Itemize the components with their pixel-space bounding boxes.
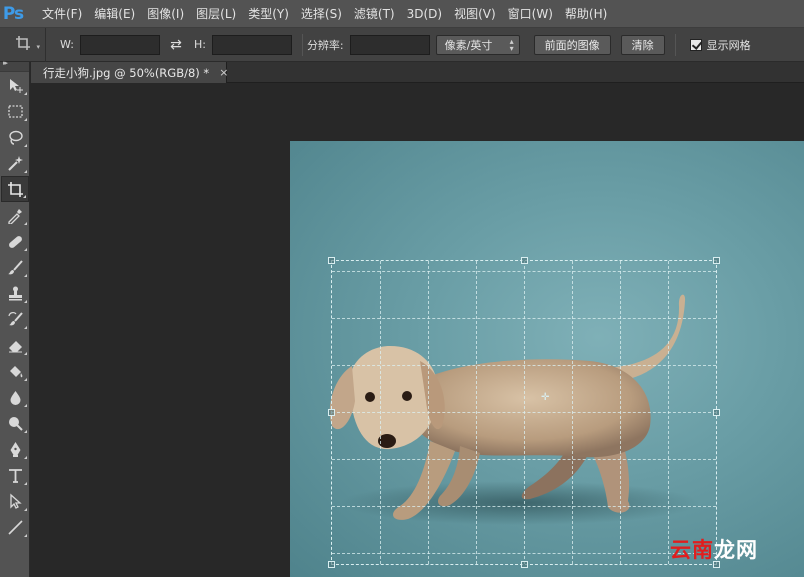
crop-handle-right[interactable] <box>713 409 720 416</box>
divider <box>674 33 676 56</box>
crop-handle-top-right[interactable] <box>713 257 720 264</box>
eraser-icon <box>8 340 22 352</box>
eraser-tool[interactable] <box>1 332 29 358</box>
crop-tool[interactable] <box>1 176 29 202</box>
document-tab[interactable]: 行走小狗.jpg @ 50%(RGB/8) * × <box>31 62 228 83</box>
grid-line <box>332 459 716 460</box>
crop-center-icon: ✛ <box>541 392 550 403</box>
height-label: H: <box>193 38 206 51</box>
paint-bucket-icon <box>9 365 22 377</box>
menu-view[interactable]: 视图(V) <box>448 0 502 28</box>
divider <box>301 33 303 56</box>
show-grid-toggle[interactable]: 显示网格 <box>689 37 751 53</box>
history-brush-tool[interactable] <box>1 306 29 332</box>
move-tool[interactable] <box>1 72 29 98</box>
width-label: W: <box>60 38 74 51</box>
arrow-pointer-icon <box>9 493 22 509</box>
brush-tool[interactable] <box>1 254 29 280</box>
type-tool[interactable] <box>1 462 29 488</box>
height-input[interactable] <box>211 34 292 55</box>
bandage-icon <box>8 235 22 248</box>
path-selection-tool[interactable] <box>1 488 29 514</box>
magic-wand-icon <box>7 155 23 171</box>
crop-handle-left[interactable] <box>328 409 335 416</box>
line-icon <box>7 519 23 535</box>
marquee-tool[interactable] <box>1 98 29 124</box>
crop-handle-top-left[interactable] <box>328 257 335 264</box>
document-tab-bar: 行走小狗.jpg @ 50%(RGB/8) * × <box>31 62 804 83</box>
menu-image[interactable]: 图像(I) <box>141 0 190 28</box>
magic-wand-tool[interactable] <box>1 150 29 176</box>
paint-bucket-tool[interactable] <box>1 358 29 384</box>
type-icon <box>8 468 22 483</box>
crop-handle-top[interactable] <box>521 257 528 264</box>
close-icon[interactable]: × <box>219 66 228 79</box>
resolution-unit-select[interactable]: 像素/英寸 ▴ ▾ <box>435 34 520 55</box>
lasso-icon <box>8 130 23 145</box>
menu-edit[interactable]: 编辑(E) <box>88 0 141 28</box>
tools-panel <box>0 59 30 577</box>
menu-help[interactable]: 帮助(H) <box>559 0 613 28</box>
grid-line <box>332 318 716 319</box>
menu-file[interactable]: 文件(F) <box>36 0 88 28</box>
unit-select-value: 像素/英寸 <box>444 38 493 52</box>
show-grid-label: 显示网格 <box>706 38 751 52</box>
grid-line <box>332 365 716 366</box>
pen-icon <box>10 441 20 457</box>
grid-line <box>332 506 716 507</box>
panel-grip[interactable] <box>0 59 29 72</box>
dodge-tool[interactable] <box>1 410 29 436</box>
watermark: 云南龙网 <box>670 534 758 564</box>
stamp-icon <box>8 286 22 300</box>
crop-box[interactable]: ✛ <box>328 257 720 568</box>
menu-bar: Ps 文件(F) 编辑(E) 图像(I) 图层(L) 类型(Y) 选择(S) 滤… <box>0 0 804 28</box>
clear-button[interactable]: 清除 <box>620 34 665 55</box>
eyedropper-tool[interactable] <box>1 202 29 228</box>
clone-stamp-tool[interactable] <box>1 280 29 306</box>
crop-handle-bottom-left[interactable] <box>328 561 335 568</box>
move-icon <box>9 78 23 93</box>
watermark-part-1: 云南 <box>670 538 714 562</box>
photoshop-logo: Ps <box>2 3 24 24</box>
brush-icon <box>7 259 23 274</box>
crop-icon <box>7 181 23 197</box>
rectangle-marquee-icon <box>7 104 23 118</box>
menu-type[interactable]: 类型(Y) <box>242 0 295 28</box>
dodge-icon <box>8 416 23 431</box>
water-drop-icon <box>10 390 20 405</box>
menu-window[interactable]: 窗口(W) <box>502 0 559 28</box>
blur-tool[interactable] <box>1 384 29 410</box>
resolution-input[interactable] <box>349 34 430 55</box>
width-input[interactable] <box>79 34 160 55</box>
tool-preset-picker[interactable]: ▾ <box>0 27 46 62</box>
eyedropper-icon <box>7 208 22 224</box>
options-bar: ▾ W: ⇄ H: 分辨率: 像素/英寸 ▴ ▾ 前面的图像 清除 显示网格 <box>0 27 804 62</box>
crop-handle-bottom[interactable] <box>521 561 528 568</box>
front-image-button[interactable]: 前面的图像 <box>533 34 611 55</box>
lasso-tool[interactable] <box>1 124 29 150</box>
menu-select[interactable]: 选择(S) <box>295 0 348 28</box>
updown-arrows-icon: ▴ ▾ <box>509 36 514 53</box>
grid-line <box>332 553 716 554</box>
document-title: 行走小狗.jpg @ 50%(RGB/8) * <box>43 65 210 80</box>
menu-layer[interactable]: 图层(L) <box>190 0 242 28</box>
healing-brush-tool[interactable] <box>1 228 29 254</box>
chevron-down-icon: ▾ <box>36 42 40 51</box>
resolution-label: 分辨率: <box>306 38 344 52</box>
line-tool[interactable] <box>1 514 29 540</box>
watermark-part-2: 龙网 <box>714 538 758 562</box>
grid-line <box>332 412 716 413</box>
swap-icon[interactable]: ⇄ <box>168 37 184 53</box>
show-grid-checkbox[interactable] <box>689 38 702 51</box>
grid-line <box>332 271 716 272</box>
menu-3d[interactable]: 3D(D) <box>401 0 448 28</box>
crop-icon <box>15 35 31 54</box>
menu-filter[interactable]: 滤镜(T) <box>348 0 401 28</box>
history-brush-icon <box>7 311 23 325</box>
pen-tool[interactable] <box>1 436 29 462</box>
